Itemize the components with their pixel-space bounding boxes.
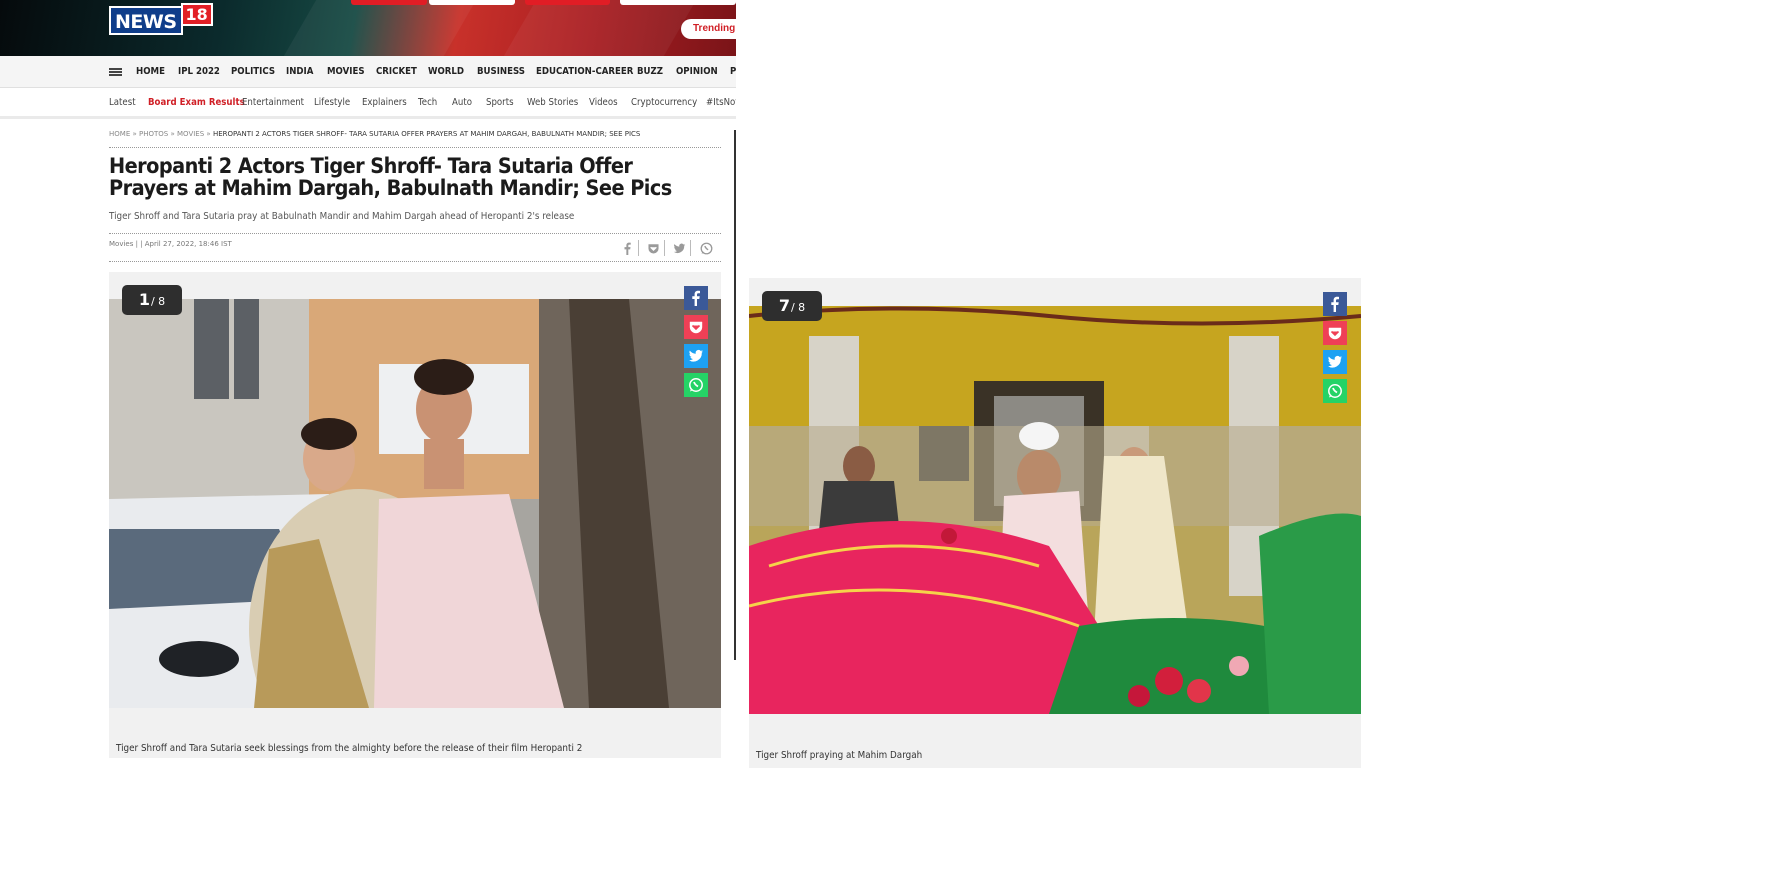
pocket-share-button[interactable] bbox=[684, 315, 708, 339]
subnav-lifestyle[interactable]: Lifestyle bbox=[314, 97, 350, 108]
primary-nav: HOME IPL 2022 POLITICS INDIA MOVIES CRIC… bbox=[0, 56, 736, 88]
photo-caption: Tiger Shroff praying at Mahim Dargah bbox=[756, 750, 923, 761]
whatsapp-share-button[interactable] bbox=[684, 373, 708, 397]
nav-item-ipl[interactable]: IPL 2022 bbox=[178, 66, 220, 77]
nav-item-cricket[interactable]: CRICKET bbox=[376, 66, 417, 77]
breadcrumb-home[interactable]: HOME bbox=[109, 130, 130, 138]
subnav-auto[interactable]: Auto bbox=[452, 97, 472, 108]
slide-index: 1 bbox=[138, 290, 150, 309]
subnav-videos[interactable]: Videos bbox=[589, 97, 618, 108]
nav-item-world[interactable]: WORLD bbox=[428, 66, 464, 77]
breadcrumb-photos[interactable]: PHOTOS bbox=[139, 130, 168, 138]
nav-item-education-career[interactable]: EDUCATION-CAREER bbox=[536, 66, 633, 77]
whatsapp-share-button[interactable] bbox=[1323, 379, 1347, 403]
page-edge bbox=[734, 130, 736, 660]
photo-gallery-slide-1: 1 / 8 Tiger Shroff and Tara Sutaria seek… bbox=[109, 272, 721, 758]
nav-item-opinion[interactable]: OPINION bbox=[676, 66, 718, 77]
breadcrumb-separator: » bbox=[170, 130, 175, 138]
secondary-nav: Latest Board Exam Results Entertainment … bbox=[0, 88, 736, 119]
news-page-viewport: NEWS 18 Trending To HOME IPL 2022 POLITI… bbox=[0, 0, 736, 870]
subnav-cryptocurrency[interactable]: Cryptocurrency bbox=[631, 97, 697, 108]
subnav-explainers[interactable]: Explainers bbox=[362, 97, 407, 108]
subnav-entertainment[interactable]: Entertainment bbox=[242, 97, 304, 108]
photo-tiger-tara-street[interactable] bbox=[109, 299, 721, 708]
hamburger-menu-icon[interactable] bbox=[109, 68, 122, 76]
nav-item-truncated[interactable]: P bbox=[730, 66, 736, 77]
twitter-share-button[interactable] bbox=[1323, 350, 1347, 374]
nav-item-india[interactable]: INDIA bbox=[286, 66, 313, 77]
subnav-tech[interactable]: Tech bbox=[418, 97, 437, 108]
gallery-share-bar bbox=[684, 286, 708, 397]
article-summary: Tiger Shroff and Tara Sutaria pray at Ba… bbox=[109, 211, 575, 222]
slide-total: / 8 bbox=[790, 301, 806, 314]
top-button-3[interactable] bbox=[525, 0, 610, 5]
facebook-share-button[interactable] bbox=[684, 286, 708, 310]
twitter-share-button[interactable] bbox=[684, 344, 708, 368]
subnav-latest[interactable]: Latest bbox=[109, 97, 136, 108]
facebook-share-button[interactable] bbox=[1323, 292, 1347, 316]
slide-total: / 8 bbox=[150, 295, 166, 308]
facebook-icon[interactable] bbox=[617, 240, 639, 256]
breadcrumb-separator: » bbox=[132, 130, 137, 138]
top-button-2[interactable] bbox=[429, 0, 515, 5]
nav-item-home[interactable]: HOME bbox=[136, 66, 165, 77]
breadcrumb: HOME » PHOTOS » MOVIES » HEROPANTI 2 ACT… bbox=[109, 130, 721, 148]
top-banner: NEWS 18 Trending To bbox=[0, 0, 736, 56]
logo-18-text: 18 bbox=[180, 3, 213, 26]
photo-mahim-dargah[interactable] bbox=[749, 306, 1361, 714]
nav-item-politics[interactable]: POLITICS bbox=[231, 66, 275, 77]
whatsapp-icon[interactable] bbox=[695, 240, 717, 256]
divider bbox=[109, 233, 721, 234]
twitter-icon[interactable] bbox=[669, 240, 691, 256]
top-search-box[interactable] bbox=[620, 0, 736, 5]
news18-logo[interactable]: NEWS 18 bbox=[109, 3, 213, 35]
slide-counter: 1 / 8 bbox=[122, 285, 182, 315]
subnav-web-stories[interactable]: Web Stories bbox=[527, 97, 578, 108]
nav-item-buzz[interactable]: BUZZ bbox=[637, 66, 663, 77]
article-share-row bbox=[617, 240, 717, 256]
logo-news-text: NEWS bbox=[109, 6, 183, 35]
photo-caption: Tiger Shroff and Tara Sutaria seek bless… bbox=[116, 743, 583, 754]
pocket-share-button[interactable] bbox=[1323, 321, 1347, 345]
subnav-board-exam-results[interactable]: Board Exam Results bbox=[148, 97, 245, 108]
trending-topics-pill[interactable]: Trending To bbox=[681, 19, 736, 39]
breadcrumb-movies[interactable]: MOVIES bbox=[177, 130, 204, 138]
subnav-sports[interactable]: Sports bbox=[486, 97, 514, 108]
top-button-1[interactable] bbox=[351, 0, 427, 5]
subnav-itsnot[interactable]: #ItsNot bbox=[706, 97, 736, 108]
photo-gallery-slide-7: 7 / 8 Tiger Shroff praying at Mahim Darg… bbox=[749, 278, 1361, 768]
nav-item-business[interactable]: BUSINESS bbox=[477, 66, 525, 77]
article-meta: Movies | | April 27, 2022, 18:46 IST bbox=[109, 240, 232, 248]
nav-item-movies[interactable]: MOVIES bbox=[327, 66, 365, 77]
breadcrumb-separator: » bbox=[206, 130, 211, 138]
gallery-share-bar bbox=[1323, 292, 1347, 403]
breadcrumb-current: HEROPANTI 2 ACTORS TIGER SHROFF- TARA SU… bbox=[212, 130, 641, 138]
slide-index: 7 bbox=[778, 296, 790, 315]
slide-counter: 7 / 8 bbox=[762, 291, 822, 321]
pocket-icon[interactable] bbox=[643, 240, 665, 256]
article-headline: Heropanti 2 Actors Tiger Shroff- Tara Su… bbox=[109, 154, 672, 200]
divider bbox=[109, 261, 721, 262]
